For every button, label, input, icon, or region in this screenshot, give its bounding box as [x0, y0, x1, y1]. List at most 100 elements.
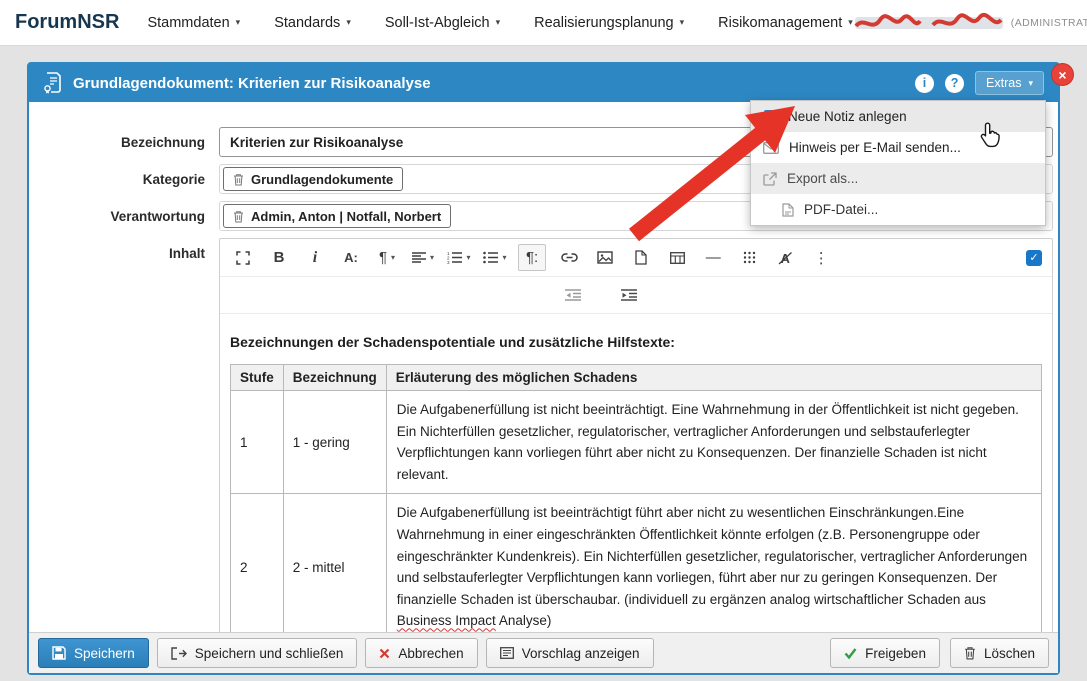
table-row: 1 1 - gering Die Aufgabenerfüllung ist n… [231, 391, 1042, 494]
link-glyph [561, 253, 578, 262]
top-navigation: ForumNSR Stammdaten▾ Standards▾ Soll-Ist… [0, 0, 1087, 46]
italic-glyph: i [313, 249, 317, 267]
cancel-x-icon [379, 648, 390, 659]
table-icon[interactable] [664, 244, 690, 271]
cell-erlaeuterung[interactable]: Die Aufgabenerfüllung ist nicht beeinträ… [386, 391, 1041, 494]
table-header-row: Stufe Bezeichnung Erläuterung des möglic… [231, 365, 1042, 391]
align-icon[interactable]: ▾ [410, 244, 436, 271]
chevron-down-icon: ▾ [346, 18, 351, 27]
ordered-list-icon[interactable]: 123 ▾ [446, 244, 472, 271]
fullscreen-glyph [236, 251, 250, 265]
indent-icon[interactable] [616, 282, 642, 309]
kategorie-label: Kategorie [29, 172, 219, 187]
table-glyph [670, 252, 685, 264]
outdent-glyph [565, 289, 581, 301]
kategorie-chip[interactable]: Grundlagendokumente [223, 167, 403, 191]
nav-item-stammdaten[interactable]: Stammdaten▾ [147, 15, 240, 31]
document-icon [43, 72, 63, 94]
trash-icon [964, 646, 976, 660]
chevron-down-icon: ▾ [430, 254, 434, 262]
verantwortung-chip[interactable]: Admin, Anton | Notfall, Norbert [223, 204, 451, 228]
info-icon[interactable]: i [915, 74, 934, 93]
cell-bezeichnung[interactable]: 2 - mittel [283, 494, 386, 641]
cell-stufe[interactable]: 2 [231, 494, 284, 641]
hr-glyph: — [706, 249, 721, 266]
release-button[interactable]: Freigeben [830, 638, 940, 668]
image-icon[interactable] [592, 244, 618, 271]
table-header-bezeichnung[interactable]: Bezeichnung [283, 365, 386, 391]
trash-icon[interactable] [233, 173, 244, 186]
editor-checkbox[interactable]: ✓ [1026, 250, 1042, 266]
cell-bezeichnung[interactable]: 1 - gering [283, 391, 386, 494]
clear-format-glyph: A [778, 251, 793, 265]
paragraph-format-icon[interactable]: ¶▾ [374, 244, 400, 271]
save-label: Speichern [74, 646, 135, 661]
help-icon[interactable]: ? [945, 74, 964, 93]
main-menu: Stammdaten▾ Standards▾ Soll-Ist-Abgleich… [147, 15, 852, 31]
delete-button[interactable]: Löschen [950, 638, 1049, 668]
table-header-stufe[interactable]: Stufe [231, 365, 284, 391]
cell-text: Die Aufgabenerfüllung ist nicht beeinträ… [397, 402, 1019, 482]
extras-button[interactable]: Extras ▾ [975, 71, 1044, 95]
release-label: Freigeben [865, 646, 926, 661]
font-size-glyph: A: [344, 250, 358, 265]
dialog-title: Grundlagendokument: Kriterien zur Risiko… [73, 75, 431, 92]
verantwortung-label: Verantwortung [29, 209, 219, 224]
dialog-footer: Speichern Speichern und schließen Abbrec… [29, 632, 1058, 673]
cell-text: Die Aufgabenerfüllung ist beeinträchtigt… [397, 505, 1027, 606]
nav-item-realisierungsplanung[interactable]: Realisierungsplanung ▾ [534, 15, 684, 31]
special-characters-icon[interactable] [736, 244, 762, 271]
redaction-scribble [853, 12, 1005, 34]
nav-item-standards[interactable]: Standards▾ [274, 15, 351, 31]
bold-icon[interactable]: B [266, 244, 292, 271]
cancel-label: Abbrechen [398, 646, 463, 661]
extras-menu: Neue Notiz anlegen Hinweis per E-Mail se… [750, 100, 1046, 226]
nav-label: Stammdaten [147, 15, 229, 31]
more-options-icon[interactable]: ⋮ [808, 244, 834, 271]
close-button[interactable]: × [1051, 63, 1074, 86]
rich-text-editor: B i A: ¶▾ ▾ 123 ▾ ▾ [219, 238, 1053, 654]
table-header-erlaeuterung[interactable]: Erläuterung des möglichen Schadens [386, 365, 1041, 391]
chevron-down-icon: ▾ [680, 18, 685, 27]
cell-erlaeuterung[interactable]: Die Aufgabenerfüllung ist beeinträchtigt… [386, 494, 1041, 641]
save-close-button[interactable]: Speichern und schließen [157, 638, 358, 668]
menu-item-pdf-datei[interactable]: PDF-Datei... [751, 194, 1045, 225]
fullscreen-icon[interactable] [230, 244, 256, 271]
file-icon[interactable] [628, 244, 654, 271]
editor-content[interactable]: Bezeichnungen der Schadenspotentiale und… [220, 314, 1052, 653]
font-size-icon[interactable]: A: [338, 244, 364, 271]
footer-right-actions: Freigeben Löschen [830, 638, 1049, 668]
chevron-down-icon: ▾ [496, 18, 501, 27]
trash-icon[interactable] [233, 210, 244, 223]
menu-item-export-als[interactable]: Export als... [751, 163, 1045, 194]
outdent-icon[interactable] [560, 282, 586, 309]
user-menu[interactable]: (ADMINISTRATOR) ▾ [853, 0, 1087, 45]
extras-label: Extras [986, 76, 1021, 90]
menu-item-email-hinweis[interactable]: Hinweis per E-Mail senden... [751, 132, 1045, 163]
horizontal-rule-icon[interactable]: — [700, 244, 726, 271]
bold-glyph: B [274, 249, 285, 266]
save-close-label: Speichern und schließen [195, 646, 344, 661]
document-dialog: Grundlagendokument: Kriterien zur Risiko… [27, 62, 1060, 675]
nav-label: Realisierungsplanung [534, 15, 673, 31]
verantwortung-chip-label: Admin, Anton | Notfall, Norbert [251, 209, 441, 224]
nav-item-risikomanagement[interactable]: Risikomanagement▾ [718, 15, 853, 31]
chevron-down-icon: ▾ [502, 254, 506, 262]
paragraph-style-icon[interactable]: ¶: [518, 244, 546, 271]
menu-item-neue-notiz[interactable]: Neue Notiz anlegen [751, 101, 1045, 132]
chevron-down-icon: ▾ [1028, 79, 1033, 88]
export-icon [763, 172, 777, 186]
italic-icon[interactable]: i [302, 244, 328, 271]
cancel-button[interactable]: Abbrechen [365, 638, 477, 668]
link-icon[interactable] [556, 244, 582, 271]
cell-stufe[interactable]: 1 [231, 391, 284, 494]
suggestion-button[interactable]: Vorschlag anzeigen [486, 638, 654, 668]
app-logo[interactable]: ForumNSR [15, 11, 119, 34]
save-button[interactable]: Speichern [38, 638, 149, 668]
content-heading[interactable]: Bezeichnungen der Schadenspotentiale und… [230, 334, 1042, 350]
delete-label: Löschen [984, 646, 1035, 661]
nav-item-soll-ist-abgleich[interactable]: Soll-Ist-Abgleich ▾ [385, 15, 500, 31]
clear-formatting-icon[interactable]: A [772, 244, 798, 271]
nav-label: Soll-Ist-Abgleich [385, 15, 490, 31]
bullet-list-icon[interactable]: ▾ [482, 244, 508, 271]
